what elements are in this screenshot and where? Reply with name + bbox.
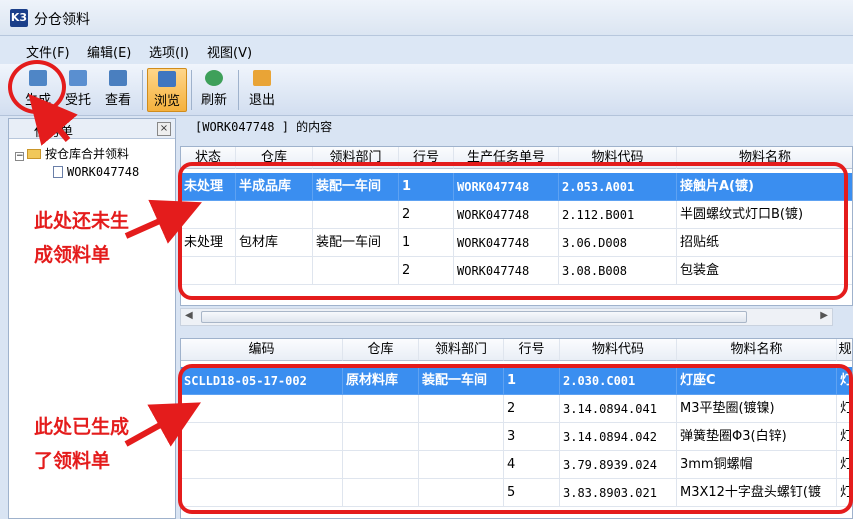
arrow-to-generate: [28, 93, 78, 146]
annotation-arrows: [28, 93, 202, 447]
arrow-to-bottom-grid: [124, 402, 201, 447]
arrow-to-top-grid: [124, 199, 202, 244]
